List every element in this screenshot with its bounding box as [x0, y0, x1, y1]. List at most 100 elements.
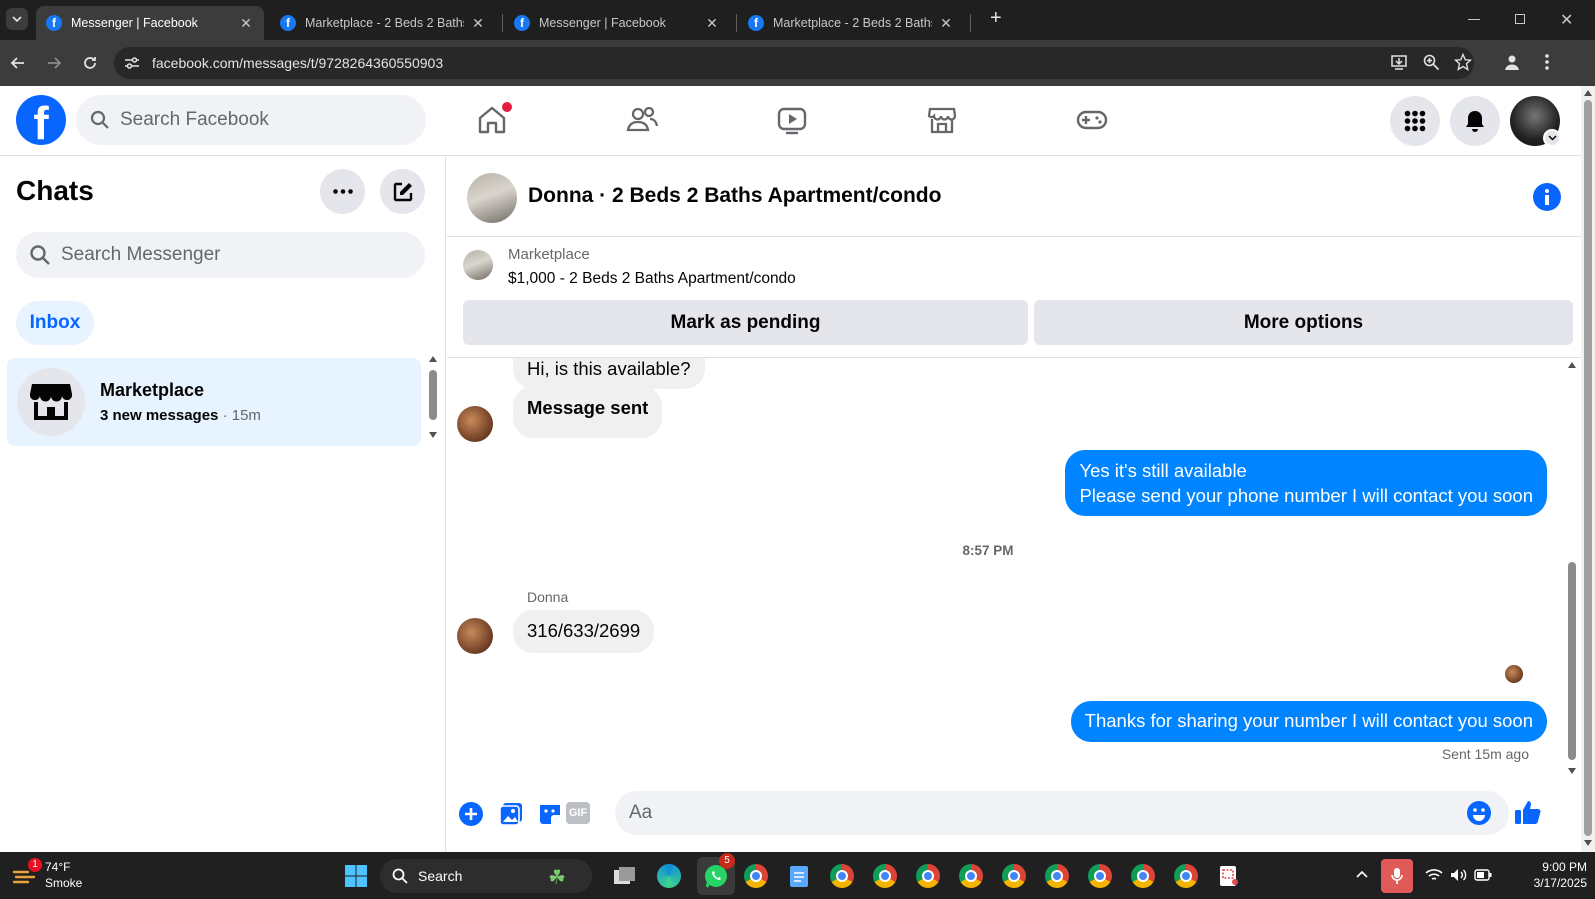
listing-thumbnail[interactable] [463, 250, 493, 280]
notifications-button[interactable] [1450, 96, 1500, 146]
start-button[interactable] [341, 861, 371, 891]
notepad-app[interactable] [784, 861, 814, 891]
show-hidden-icons-icon[interactable] [1356, 870, 1368, 878]
chat-options-button[interactable] [320, 169, 365, 214]
scroll-down-icon[interactable] [1584, 840, 1592, 846]
whatsapp-app[interactable]: 5 [697, 853, 735, 895]
back-icon[interactable] [10, 55, 26, 71]
scroll-up-icon[interactable] [1584, 90, 1592, 96]
emoji-icon[interactable] [1466, 800, 1492, 826]
kebab-menu-icon[interactable] [1544, 53, 1550, 71]
menu-button[interactable] [1390, 96, 1440, 146]
scroll-down-icon[interactable] [429, 432, 437, 438]
battery-icon[interactable] [1474, 869, 1492, 881]
profile-icon[interactable] [1503, 53, 1521, 71]
inbox-filter[interactable]: Inbox [16, 301, 94, 345]
site-settings-icon[interactable] [124, 56, 140, 70]
conversation-info-button[interactable] [1533, 183, 1561, 211]
sender-avatar[interactable] [457, 406, 493, 442]
edge-app[interactable] [654, 861, 684, 891]
sidebar-scrollbar-thumb[interactable] [429, 370, 437, 420]
account-chevron[interactable] [1543, 129, 1561, 147]
weather-widget[interactable]: 1 74°F Smoke [12, 858, 102, 894]
scroll-up-icon[interactable] [1568, 362, 1576, 368]
close-window-button[interactable]: ✕ [1560, 10, 1573, 30]
sender-avatar[interactable] [457, 618, 493, 654]
chrome-app[interactable] [956, 861, 986, 891]
incoming-message[interactable]: Message sent [513, 386, 663, 438]
incoming-message[interactable]: Hi, is this available? [513, 358, 705, 389]
forward-icon[interactable] [46, 55, 62, 71]
restore-window-button[interactable] [1515, 14, 1525, 24]
nav-gaming[interactable] [1072, 100, 1112, 140]
scroll-down-icon[interactable] [1568, 768, 1576, 774]
install-app-icon[interactable] [1390, 53, 1408, 71]
mark-as-pending-button[interactable]: Mark as pending [463, 300, 1028, 345]
zoom-icon[interactable] [1422, 53, 1440, 71]
facebook-search-input[interactable]: Search Facebook [76, 95, 426, 145]
incoming-message[interactable]: 316/633/2699 [513, 610, 655, 653]
message-input[interactable]: Aa [615, 791, 1509, 835]
chrome-app[interactable] [1085, 861, 1115, 891]
scroll-up-icon[interactable] [429, 356, 437, 362]
messenger-search-input[interactable]: Search Messenger [16, 232, 425, 278]
chrome-app[interactable] [741, 861, 771, 891]
reload-icon[interactable] [81, 54, 99, 72]
microphone-in-use-button[interactable] [1381, 859, 1413, 893]
nav-friends[interactable] [622, 100, 662, 140]
sticker-icon[interactable] [537, 801, 563, 827]
photo-icon[interactable] [498, 801, 524, 827]
chrome-app[interactable] [870, 861, 900, 891]
tab-close-icon[interactable]: ✕ [470, 15, 486, 32]
listing-title[interactable]: $1,000 - 2 Beds 2 Baths Apartment/condo [508, 270, 796, 288]
marketplace-store-icon [30, 384, 72, 420]
chrome-icon [1045, 864, 1069, 888]
chrome-app[interactable] [1042, 861, 1072, 891]
chrome-app[interactable] [913, 861, 943, 891]
snipping-tool-app[interactable] [1214, 861, 1244, 891]
conversation-item[interactable]: Marketplace 3 new messages · 15m [7, 358, 421, 446]
message-scrollbar-thumb[interactable] [1568, 562, 1576, 760]
chrome-app[interactable] [1171, 861, 1201, 891]
outgoing-message[interactable]: Thanks for sharing your number I will co… [1070, 701, 1547, 742]
wifi-icon[interactable] [1425, 868, 1443, 882]
new-tab-button[interactable]: + [990, 7, 1002, 30]
chrome-app[interactable] [999, 861, 1029, 891]
taskbar-search[interactable]: Search ☘ [380, 859, 592, 893]
new-message-button[interactable] [380, 169, 425, 214]
sidebar-scrollbar[interactable] [427, 356, 439, 446]
listing-avatar[interactable] [467, 173, 517, 223]
nav-home[interactable] [472, 100, 512, 140]
tab-divider [736, 14, 737, 32]
tab-close-icon[interactable]: ✕ [938, 15, 954, 32]
chrome-app[interactable] [1128, 861, 1158, 891]
tab-close-icon[interactable]: ✕ [238, 15, 254, 32]
plus-circle-icon[interactable] [458, 801, 484, 827]
page-scrollbar-thumb[interactable] [1584, 100, 1592, 836]
bookmark-star-icon[interactable] [1454, 53, 1472, 71]
message-scrollbar[interactable] [1566, 362, 1578, 776]
more-options-button[interactable]: More options [1034, 300, 1573, 345]
address-bar[interactable]: facebook.com/messages/t/9728264360550903 [114, 47, 1474, 79]
browser-tab[interactable]: f Messenger | Facebook ✕ [504, 6, 730, 40]
browser-toolbar: facebook.com/messages/t/9728264360550903 [0, 40, 1595, 86]
task-view-button[interactable] [610, 861, 640, 891]
volume-icon[interactable] [1450, 868, 1468, 882]
gif-button[interactable]: GIF [566, 802, 590, 824]
tab-close-icon[interactable]: ✕ [704, 15, 720, 32]
chrome-app[interactable] [827, 861, 857, 891]
thumbs-up-icon[interactable] [1514, 798, 1542, 826]
nav-video[interactable] [772, 100, 812, 140]
facebook-logo[interactable]: f [16, 95, 66, 145]
minimize-window-button[interactable] [1468, 19, 1480, 20]
browser-tab[interactable]: f Messenger | Facebook ✕ [36, 6, 264, 40]
nav-marketplace[interactable] [922, 100, 962, 140]
outgoing-message[interactable]: Yes it's still available Please send you… [1065, 450, 1547, 516]
browser-tab[interactable]: f Marketplace - 2 Beds 2 Baths Ap ✕ [270, 6, 496, 40]
page-scrollbar[interactable] [1581, 86, 1595, 852]
conversation-title[interactable]: Donna · 2 Beds 2 Baths Apartment/condo [528, 184, 941, 208]
browser-tab[interactable]: f Marketplace - 2 Beds 2 Baths Ap ✕ [738, 6, 964, 40]
search-icon [392, 868, 408, 884]
tab-search-button[interactable] [6, 8, 28, 30]
taskbar-clock[interactable]: 9:00 PM 3/17/2025 [1505, 859, 1587, 891]
